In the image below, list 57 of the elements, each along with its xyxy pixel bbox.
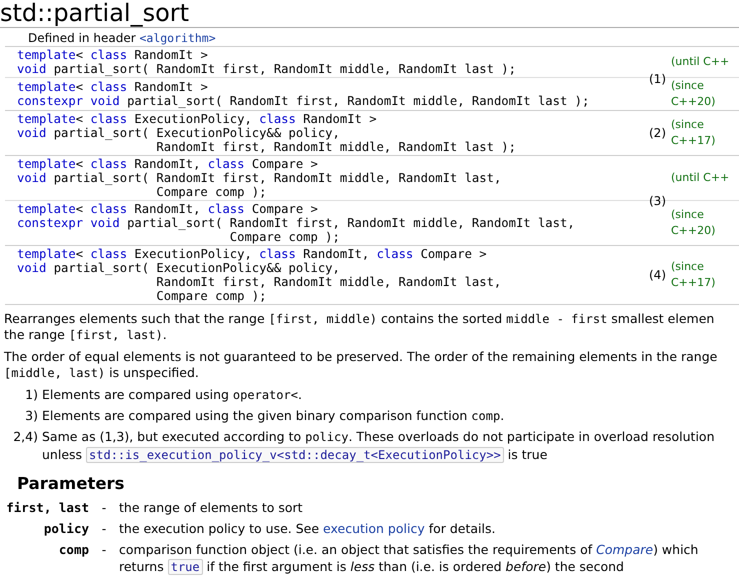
parameter-name: first, last <box>5 499 89 516</box>
overload-number: (3) <box>648 194 667 208</box>
code-line: template< class RandomIt > <box>17 80 208 94</box>
version-label: (until C++ <box>671 170 730 186</box>
description-text: the range [first, last). <box>4 327 167 343</box>
code-line: void partial_sort( ExecutionPolicy&& policy, <box>17 126 340 140</box>
dash: - <box>100 499 108 516</box>
version-label: (until C++ <box>671 54 730 70</box>
parameter-name: policy <box>42 520 89 537</box>
header-link[interactable]: <algorithm> <box>139 31 216 45</box>
code-line: template< class RandomIt, class Compare > <box>17 157 318 171</box>
parameter-description: the range of elements to sort <box>119 499 303 516</box>
dash: - <box>100 541 108 559</box>
version-label: (since <box>671 207 705 223</box>
note-text: Elements are compared using the given binary comparison function comp. <box>42 407 504 425</box>
description-text: [middle, last) is unspecified. <box>4 365 199 381</box>
link[interactable]: execution policy <box>323 521 425 536</box>
version-label: (since <box>671 117 705 133</box>
description-text: Rearranges elements such that the range [first, middle) contains the sorted middle - first smallest elemen <box>4 311 714 327</box>
version-label: C++20) <box>671 223 716 239</box>
code-line: Compare comp ); <box>155 185 266 199</box>
code-line: template< class RandomIt, class Compare > <box>17 202 318 216</box>
description-text: The order of equal elements is not guaranteed to be preserved. The order of the remaining elements in the range <box>4 349 718 365</box>
section-heading: Parameters <box>17 474 126 493</box>
code-line: Compare comp ); <box>155 289 266 303</box>
code-line: RandomIt first, RandomIt middle, RandomIt last ); <box>155 140 516 154</box>
version-label: C++17) <box>671 133 716 149</box>
note-text: Elements are compared using operator<. <box>42 386 302 404</box>
code-line: template< class ExecutionPolicy, class RandomIt > <box>17 112 377 126</box>
link[interactable]: Compare <box>596 542 654 557</box>
note-marker: 3) <box>24 407 39 425</box>
overload-number: (2) <box>648 126 667 140</box>
parameter-description: comparison function object (i.e. an object that satisfies the requirements of Compare) which <box>119 541 698 558</box>
note-text: Same as (1,3), but executed according to policy. These overloads do not participate in overload resolution <box>42 428 714 446</box>
version-label: (since <box>671 78 705 94</box>
code-line: Compare comp ); <box>228 230 340 244</box>
version-label: (since <box>671 259 705 275</box>
code-line: template< class ExecutionPolicy, class RandomIt, class Compare > <box>17 247 487 261</box>
code-line: void partial_sort( RandomIt first, RandomIt middle, RandomIt last ); <box>17 62 516 76</box>
code-line: template< class RandomIt > <box>17 48 208 62</box>
code-line: void partial_sort( ExecutionPolicy&& policy, <box>17 261 340 275</box>
version-label: C++17) <box>671 275 716 291</box>
dash: - <box>100 520 108 537</box>
header-label: Defined in header <box>28 31 136 45</box>
parameter-description: the execution policy to use. See execution policy for details. <box>119 520 496 537</box>
code-line: void partial_sort( RandomIt first, RandomIt middle, RandomIt last, <box>17 171 502 185</box>
note-text: unless std::is_execution_policy_v<std::decay_t<ExecutionPolicy>> is true <box>42 446 548 464</box>
parameter-name: comp <box>58 541 89 559</box>
code-line: RandomIt first, RandomIt middle, RandomIt last, <box>155 275 502 289</box>
code-line: constexpr void partial_sort( RandomIt first, RandomIt middle, RandomIt last ); <box>17 94 590 108</box>
code-line: constexpr void partial_sort( RandomIt first, RandomIt middle, RandomIt last, <box>17 216 575 230</box>
version-label: C++20) <box>671 94 716 110</box>
page-title: std::partial_sort <box>0 0 739 28</box>
note-marker: 2,4) <box>12 428 39 446</box>
parameter-description: returns true if the first argument is less than (i.e. is ordered before) the second <box>119 558 624 576</box>
note-marker: 1) <box>24 386 39 404</box>
overload-number: (4) <box>648 268 667 282</box>
